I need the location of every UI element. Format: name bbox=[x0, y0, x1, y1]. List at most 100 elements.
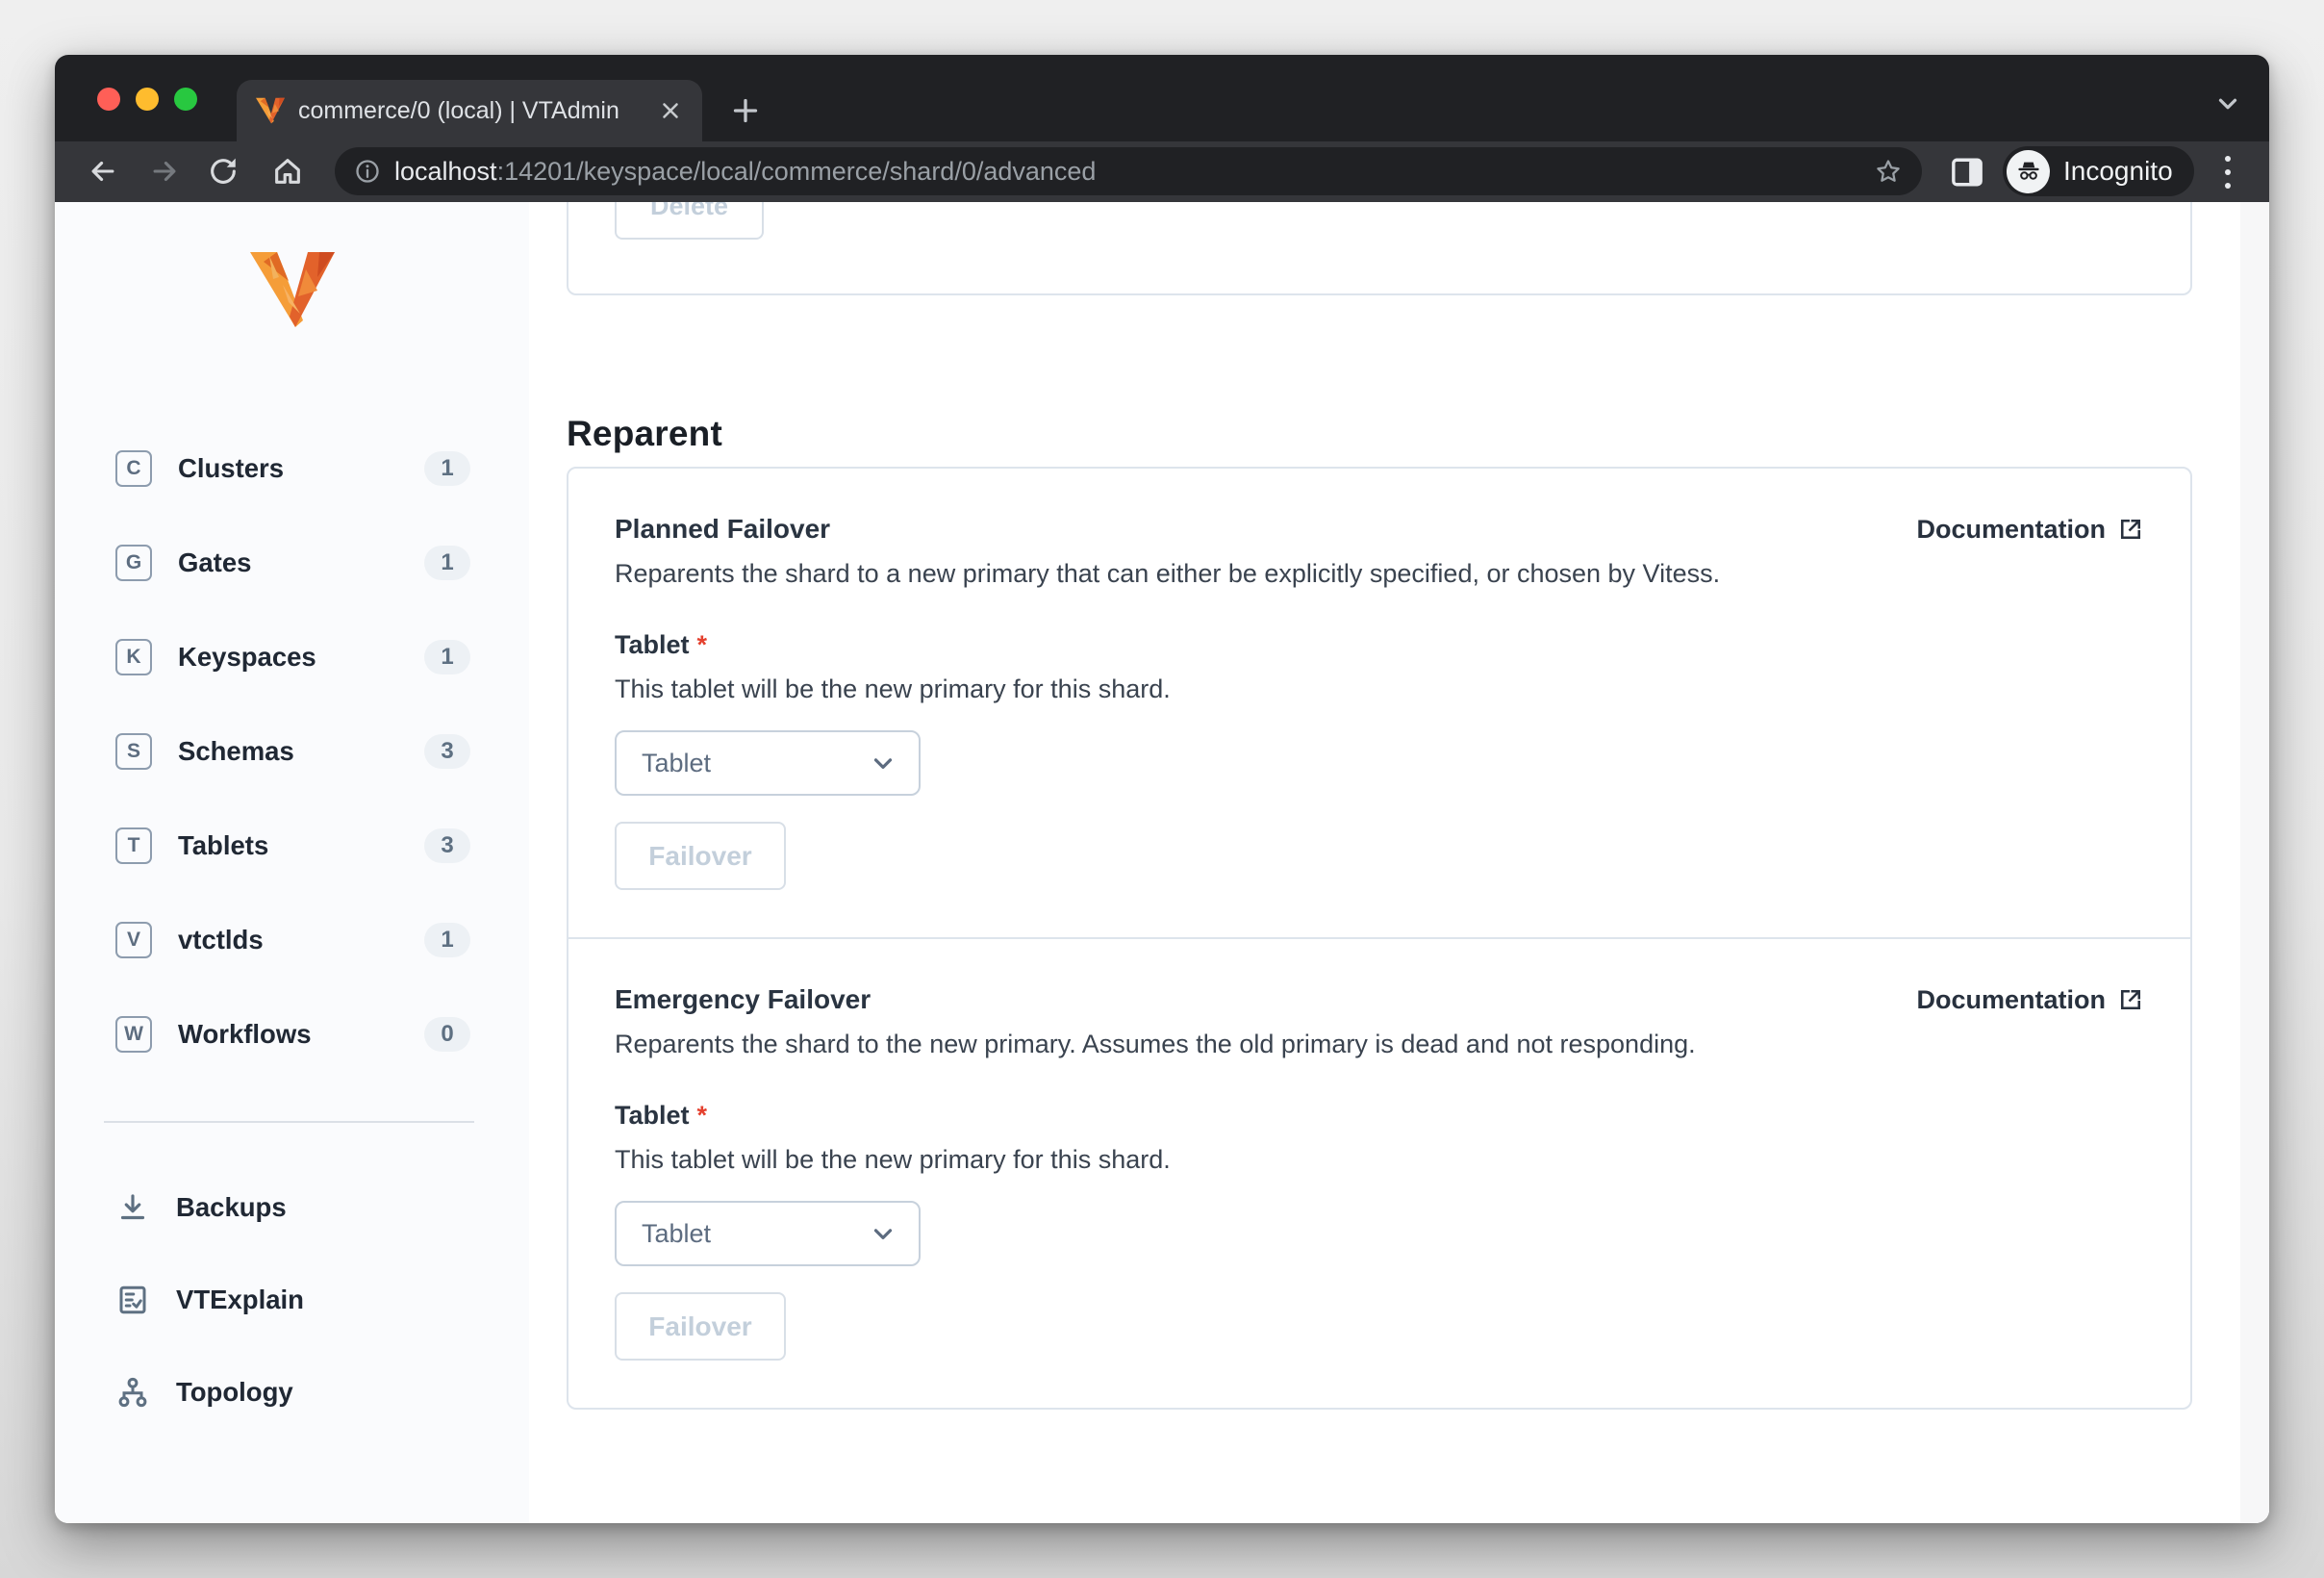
sidebar-item-label: Clusters bbox=[178, 453, 285, 483]
minimize-window-button[interactable] bbox=[136, 88, 159, 111]
forward-icon[interactable] bbox=[148, 155, 181, 188]
sidebar-item-label: vtctlds bbox=[178, 925, 264, 954]
back-icon[interactable] bbox=[87, 155, 119, 188]
url-text: localhost:14201/keyspace/local/commerce/… bbox=[394, 157, 1096, 187]
new-tab-button[interactable] bbox=[728, 93, 763, 128]
sidebar-item-workflows[interactable]: W Workflows 0 bbox=[55, 987, 529, 1082]
delete-button[interactable]: Delete bbox=[615, 202, 764, 240]
section-title: Planned Failover bbox=[615, 514, 831, 544]
close-tab-icon[interactable] bbox=[658, 98, 683, 123]
clusters-letter-icon: C bbox=[115, 450, 152, 487]
documentation-link[interactable]: Documentation bbox=[1916, 511, 2144, 547]
required-asterisk: * bbox=[696, 1101, 708, 1130]
tablet-field-help: This tablet will be the new primary for … bbox=[615, 674, 1171, 703]
tablet-field-label: Tablet * bbox=[615, 1101, 708, 1130]
zoom-window-button[interactable] bbox=[174, 88, 197, 111]
schemas-letter-icon: S bbox=[115, 733, 152, 770]
browser-toolbar: localhost:14201/keyspace/local/commerce/… bbox=[55, 141, 2269, 202]
sidebar-item-backups[interactable]: Backups bbox=[55, 1161, 529, 1254]
reload-icon[interactable] bbox=[207, 155, 240, 188]
browser-window: commerce/0 (local) | VTAdmin localhost:1… bbox=[55, 55, 2269, 1523]
side-panel-icon[interactable] bbox=[1951, 157, 1983, 188]
sidebar-item-label: Topology bbox=[176, 1377, 293, 1407]
sidebar-item-label: VTExplain bbox=[176, 1285, 304, 1314]
workflows-letter-icon: W bbox=[115, 1016, 152, 1053]
required-asterisk: * bbox=[696, 630, 708, 659]
sidebar-item-clusters[interactable]: C Clusters 1 bbox=[55, 421, 529, 516]
count-badge: 0 bbox=[424, 1017, 470, 1052]
vitess-logo[interactable] bbox=[249, 252, 335, 327]
sidebar-item-tablets[interactable]: T Tablets 3 bbox=[55, 799, 529, 893]
documentation-link[interactable]: Documentation bbox=[1916, 981, 2144, 1018]
info-icon[interactable] bbox=[354, 158, 381, 185]
documentation-link-label: Documentation bbox=[1916, 515, 2106, 544]
sidebar-item-vtexplain[interactable]: VTExplain bbox=[55, 1254, 529, 1346]
external-link-icon bbox=[2117, 516, 2144, 543]
count-badge: 3 bbox=[424, 734, 470, 769]
url-host: localhost bbox=[394, 156, 497, 186]
gates-letter-icon: G bbox=[115, 545, 152, 581]
emergency-failover-section: Emergency Failover Documentation Reparen… bbox=[568, 939, 2190, 1408]
incognito-badge: Incognito bbox=[2003, 146, 2194, 196]
sidebar-nav: C Clusters 1 G Gates 1 K Keyspaces 1 S S… bbox=[55, 421, 529, 1082]
page-body: C Clusters 1 G Gates 1 K Keyspaces 1 S S… bbox=[55, 202, 2269, 1523]
external-link-icon bbox=[2117, 986, 2144, 1013]
count-badge: 1 bbox=[424, 923, 470, 957]
page-title: Reparent bbox=[567, 414, 722, 453]
chevron-down-icon bbox=[869, 1219, 897, 1248]
sidebar-item-vtctlds[interactable]: V vtctlds 1 bbox=[55, 893, 529, 987]
documentation-link-label: Documentation bbox=[1916, 985, 2106, 1014]
delete-shard-card: Delete bbox=[567, 202, 2192, 295]
home-icon[interactable] bbox=[271, 155, 304, 188]
keyspaces-letter-icon: K bbox=[115, 639, 152, 675]
sidebar-item-label: Tablets bbox=[178, 830, 269, 860]
sidebar-item-label: Workflows bbox=[178, 1019, 312, 1049]
tab-title: commerce/0 (local) | VTAdmin bbox=[298, 96, 619, 124]
sidebar-item-label: Keyspaces bbox=[178, 642, 316, 672]
tab-strip: commerce/0 (local) | VTAdmin bbox=[55, 55, 2269, 141]
browser-tab[interactable]: commerce/0 (local) | VTAdmin bbox=[237, 80, 702, 141]
section-description: Reparents the shard to a new primary tha… bbox=[615, 559, 1721, 588]
sidebar-item-keyspaces[interactable]: K Keyspaces 1 bbox=[55, 610, 529, 704]
address-bar[interactable]: localhost:14201/keyspace/local/commerce/… bbox=[335, 147, 1922, 195]
sidebar-item-label: Backups bbox=[176, 1192, 287, 1222]
vitess-favicon bbox=[256, 96, 285, 125]
sidebar-item-topology[interactable]: Topology bbox=[55, 1346, 529, 1438]
sidebar-divider bbox=[104, 1121, 474, 1123]
vtctlds-letter-icon: V bbox=[115, 922, 152, 958]
section-title: Emergency Failover bbox=[615, 984, 872, 1014]
topology-icon bbox=[115, 1375, 150, 1410]
reparent-card: Planned Failover Documentation Reparents… bbox=[567, 467, 2192, 1410]
sidebar-item-schemas[interactable]: S Schemas 3 bbox=[55, 704, 529, 799]
vertical-scrollbar[interactable] bbox=[2240, 202, 2269, 1523]
tab-search-chevron-icon[interactable] bbox=[2213, 89, 2242, 118]
count-badge: 1 bbox=[424, 451, 470, 486]
tablet-field-help: This tablet will be the new primary for … bbox=[615, 1145, 1171, 1174]
planned-failover-button[interactable]: Failover bbox=[615, 822, 786, 890]
tablet-select-value: Tablet bbox=[642, 1218, 712, 1248]
count-badge: 3 bbox=[424, 828, 470, 863]
chevron-down-icon bbox=[869, 749, 897, 777]
tablet-select-value: Tablet bbox=[642, 748, 712, 777]
tablet-select[interactable]: Tablet bbox=[615, 1201, 921, 1266]
sidebar-item-label: Gates bbox=[178, 547, 252, 577]
url-path: :14201/keyspace/local/commerce/shard/0/a… bbox=[496, 156, 1097, 186]
close-window-button[interactable] bbox=[97, 88, 120, 111]
main-content: Delete Reparent Planned Failover Documen… bbox=[529, 202, 2269, 1523]
planned-failover-section: Planned Failover Documentation Reparents… bbox=[568, 469, 2190, 937]
count-badge: 1 bbox=[424, 546, 470, 580]
count-badge: 1 bbox=[424, 640, 470, 674]
sidebar-item-label: Schemas bbox=[178, 736, 294, 766]
tablet-field-label: Tablet * bbox=[615, 630, 708, 659]
bookmark-star-icon[interactable] bbox=[1874, 157, 1903, 186]
window-controls bbox=[97, 88, 197, 111]
sidebar-tools: Backups VTExplain Topology bbox=[55, 1161, 529, 1438]
emergency-failover-button[interactable]: Failover bbox=[615, 1292, 786, 1361]
sidebar-item-gates[interactable]: G Gates 1 bbox=[55, 516, 529, 610]
section-description: Reparents the shard to the new primary. … bbox=[615, 1030, 1696, 1058]
download-icon bbox=[115, 1190, 150, 1225]
sidebar: C Clusters 1 G Gates 1 K Keyspaces 1 S S… bbox=[55, 202, 529, 1523]
doc-check-icon bbox=[115, 1283, 150, 1317]
kebab-menu-icon[interactable] bbox=[2219, 154, 2236, 191]
tablet-select[interactable]: Tablet bbox=[615, 730, 921, 796]
